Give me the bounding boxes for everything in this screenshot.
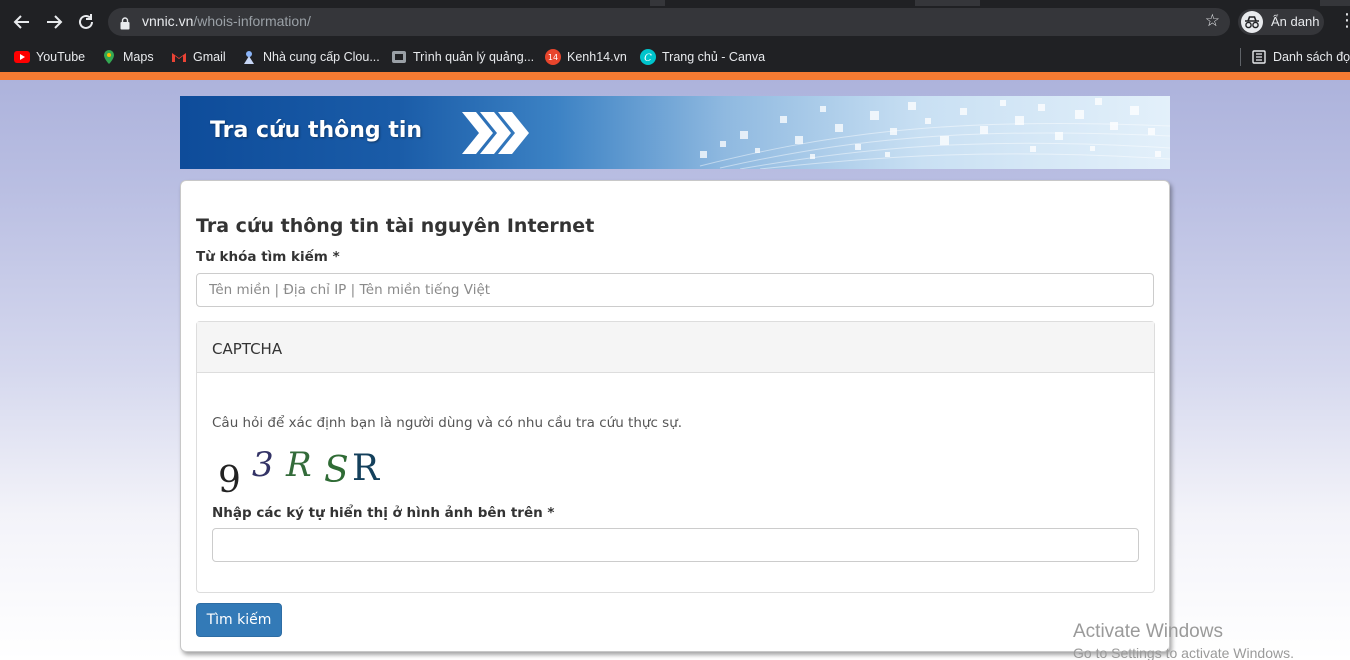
bookmark-gmail[interactable]: Gmail — [171, 46, 226, 68]
reading-list-icon — [1251, 49, 1267, 65]
captcha-char: 3 — [252, 445, 274, 485]
captcha-char: S — [324, 450, 349, 491]
bookmark-label: Maps — [123, 50, 154, 64]
captcha-header: CAPTCHA — [197, 322, 1154, 373]
url-domain: vnnic.vn — [142, 13, 194, 29]
reload-icon[interactable] — [75, 11, 97, 33]
bookmark-label: Gmail — [193, 50, 226, 64]
captcha-input[interactable] — [212, 528, 1139, 562]
svg-text:14: 14 — [548, 53, 558, 62]
captcha-input-label: Nhập các ký tự hiển thị ở hình ảnh bên t… — [212, 505, 555, 521]
captcha-heading: CAPTCHA — [212, 340, 283, 358]
bookmark-label: Nhà cung cấp Clou... — [263, 50, 380, 64]
page-title: Tra cứu thông tin tài nguyên Internet — [196, 215, 595, 237]
bookmark-ads-manager[interactable]: Trình quản lý quảng... — [391, 46, 534, 68]
watermark-line-2: Go to Settings to activate Windows. — [1073, 645, 1294, 660]
ads-manager-icon — [391, 49, 407, 65]
incognito-icon — [1241, 11, 1263, 33]
more-menu-icon[interactable]: ⋮ — [1338, 11, 1350, 31]
tab[interactable] — [980, 0, 1320, 6]
captcha-char: R — [285, 445, 312, 485]
bookmark-cloud-provider[interactable]: Nhà cung cấp Clou... — [241, 46, 380, 68]
tab[interactable] — [665, 0, 915, 6]
bookmark-label: Trình quản lý quảng... — [413, 50, 535, 64]
captcha-char: 9 — [218, 460, 241, 500]
header-banner: Tra cứu thông tin — [180, 96, 1170, 169]
whois-form-card: Tra cứu thông tin tài nguyên Internet Từ… — [180, 180, 1170, 652]
kenh14-icon: 14 — [545, 49, 561, 65]
bookmarks-divider — [1240, 48, 1241, 66]
url-path: /whois-information/ — [193, 13, 311, 29]
bookmark-kenh14[interactable]: 14 Kenh14.vn — [545, 46, 627, 68]
incognito-label: Ẩn danh — [1271, 14, 1320, 29]
keyword-input[interactable] — [196, 273, 1154, 307]
reading-list[interactable]: Danh sách đọc — [1251, 46, 1350, 68]
captcha-description: Câu hỏi để xác định bạn là người dùng và… — [212, 415, 683, 431]
svg-text:C: C — [644, 53, 652, 64]
keyword-label: Từ khóa tìm kiếm * — [196, 249, 340, 265]
cloud-provider-icon — [241, 49, 257, 65]
canva-icon: C — [640, 49, 656, 65]
gmail-icon — [171, 49, 187, 65]
bookmark-canva[interactable]: C Trang chủ - Canva — [640, 46, 765, 68]
bookmark-label: Kenh14.vn — [567, 50, 627, 64]
banner-title: Tra cứu thông tin — [210, 118, 423, 143]
incognito-indicator[interactable]: Ẩn danh — [1238, 9, 1324, 35]
youtube-icon — [14, 49, 30, 65]
tab-strip — [0, 0, 1350, 6]
url-text: vnnic.vn/whois-information/ — [142, 13, 311, 29]
captcha-char: R — [352, 448, 380, 489]
bookmark-star-icon[interactable]: ☆ — [1205, 11, 1220, 31]
bookmark-label: YouTube — [36, 50, 86, 64]
windows-activation-watermark: Activate Windows Go to Settings to activ… — [1073, 621, 1294, 660]
search-button[interactable]: Tìm kiếm — [196, 603, 282, 637]
bookmark-maps[interactable]: Maps — [101, 46, 154, 68]
back-icon[interactable] — [11, 11, 33, 33]
site-top-bar — [0, 72, 1350, 80]
watermark-line-1: Activate Windows — [1073, 621, 1223, 642]
captcha-panel: CAPTCHA Câu hỏi để xác định bạn là người… — [196, 321, 1155, 593]
bookmark-youtube[interactable]: YouTube — [14, 46, 85, 68]
forward-icon[interactable] — [43, 11, 65, 33]
captcha-image: 9 3 R S R — [212, 440, 402, 504]
bookmark-label: Trang chủ - Canva — [662, 50, 766, 64]
tab[interactable] — [0, 0, 650, 6]
maps-icon — [101, 49, 117, 65]
lock-icon — [120, 15, 130, 34]
address-bar[interactable]: vnnic.vn/whois-information/ ☆ — [108, 8, 1230, 36]
reading-list-label: Danh sách đọc — [1273, 50, 1350, 64]
